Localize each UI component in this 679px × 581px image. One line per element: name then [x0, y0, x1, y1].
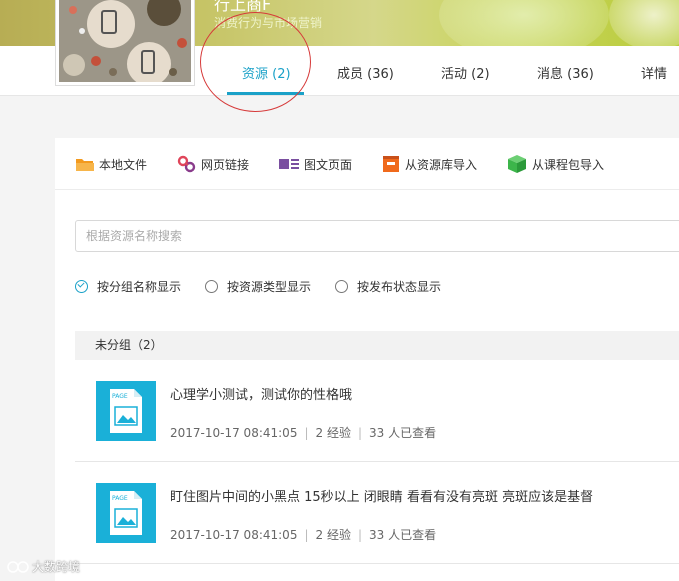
archive-icon: [383, 156, 399, 172]
resource-views: 33 人已查看: [369, 426, 437, 440]
folder-icon: [76, 159, 94, 171]
display-by-group-radio[interactable]: 按分组名称显示: [75, 278, 181, 294]
web-link-button[interactable]: 网页链接: [177, 153, 249, 175]
banner-decoration: [439, 0, 609, 46]
resource-toolbar: 本地文件 网页链接 图文页面 从资源库导入 从课程包导入: [55, 138, 679, 190]
radio-checked-icon: [75, 279, 88, 293]
watermark-logo-icon: [7, 560, 29, 573]
tab-members[interactable]: 成员 (36): [337, 63, 394, 82]
package-icon: [508, 155, 526, 173]
link-icon: [177, 155, 196, 173]
page-file-icon: PAGE: [96, 483, 156, 543]
resource-meta: 2017-10-17 08:41:05 | 2 经验 | 33 人已查看: [170, 528, 437, 542]
radio-unchecked-icon: [205, 279, 218, 293]
resource-title[interactable]: 心理学小测试，测试你的性格哦: [170, 384, 352, 403]
toolbar-label: 图文页面: [304, 157, 353, 172]
resource-list-item[interactable]: PAGE 盯住图片中间的小黑点 15秒以上 闭眼睛 看看有没有亮斑 亮斑应该是基…: [75, 462, 679, 564]
resource-panel: 本地文件 网页链接 图文页面 从资源库导入 从课程包导入 根据资源名称搜索 按分…: [55, 138, 679, 581]
annotation-circle: [200, 12, 311, 112]
upload-local-file-button[interactable]: 本地文件: [75, 153, 147, 175]
watermark-text: 大数跨境: [32, 560, 81, 574]
radio-label: 按分组名称显示: [97, 279, 182, 294]
banner-decoration: [609, 0, 679, 46]
import-from-library-button[interactable]: 从资源库导入: [381, 153, 477, 175]
page-icon: [279, 159, 299, 169]
resource-search-input[interactable]: [75, 220, 679, 252]
radio-label: 按资源类型显示: [227, 279, 312, 294]
resource-date: 2017-10-17 08:41:05: [170, 426, 298, 440]
tab-details[interactable]: 详情: [641, 63, 667, 82]
rich-text-page-button[interactable]: 图文页面: [278, 153, 352, 175]
page-file-icon: PAGE: [96, 381, 156, 441]
radio-unchecked-icon: [335, 279, 348, 293]
file-type-label: PAGE: [112, 393, 128, 400]
toolbar-label: 网页链接: [201, 157, 250, 172]
import-from-package-button[interactable]: 从课程包导入: [506, 153, 604, 175]
course-cover-image: [59, 0, 191, 82]
toolbar-label: 从课程包导入: [532, 157, 605, 172]
resource-date: 2017-10-17 08:41:05: [170, 528, 298, 542]
group-header-ungrouped[interactable]: 未分组（2）: [75, 331, 679, 360]
toolbar-label: 本地文件: [99, 157, 148, 172]
display-by-type-radio[interactable]: 按资源类型显示: [205, 278, 311, 294]
resource-list-item[interactable]: PAGE 心理学小测试，测试你的性格哦 2017-10-17 08:41:05 |…: [75, 360, 679, 462]
resource-exp: 2 经验: [315, 528, 351, 542]
resource-title[interactable]: 盯住图片中间的小黑点 15秒以上 闭眼睛 看看有没有亮斑 亮斑应该是基督: [170, 486, 593, 505]
course-cover[interactable]: [55, 0, 195, 86]
tab-activities[interactable]: 活动 (2): [441, 63, 490, 82]
file-type-label: PAGE: [112, 495, 128, 502]
display-by-status-radio[interactable]: 按发布状态显示: [335, 278, 441, 294]
radio-label: 按发布状态显示: [357, 279, 442, 294]
tab-messages[interactable]: 消息 (36): [537, 63, 594, 82]
watermark: 大数跨境: [6, 558, 80, 575]
resource-exp: 2 经验: [315, 426, 351, 440]
toolbar-label: 从资源库导入: [405, 157, 478, 172]
resource-views: 33 人已查看: [369, 528, 437, 542]
resource-meta: 2017-10-17 08:41:05 | 2 经验 | 33 人已查看: [170, 426, 437, 440]
